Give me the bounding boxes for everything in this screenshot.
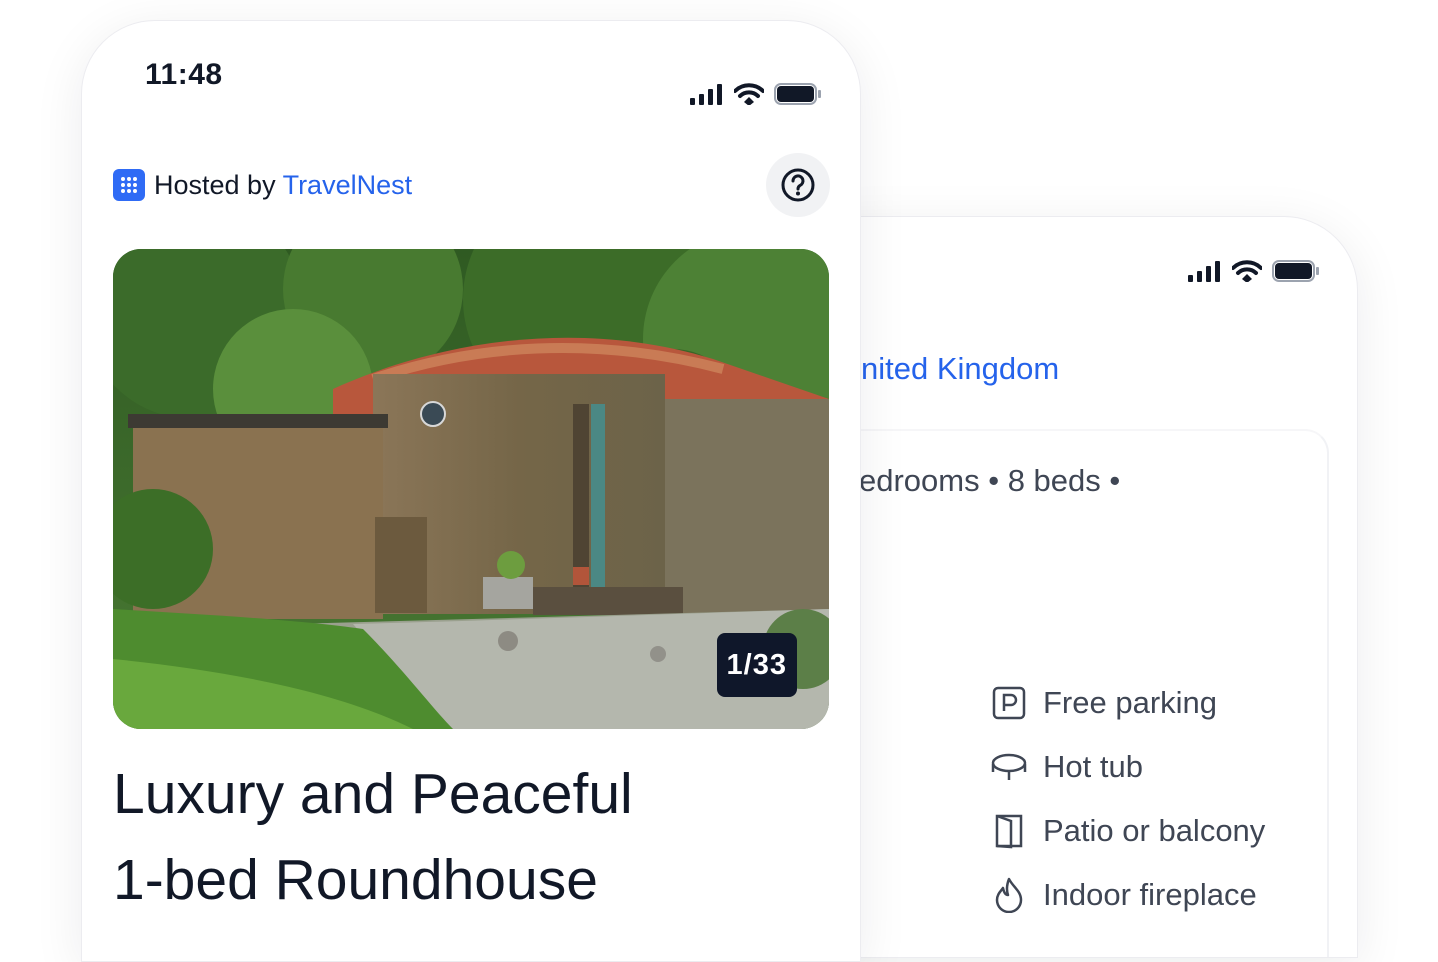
- parking-icon: [991, 685, 1027, 721]
- amenity-label: Hot tub: [1043, 749, 1143, 784]
- amenities-list: Free parking Hot tub Patio or balcony In…: [991, 671, 1265, 927]
- amenity-indoor-fireplace: Indoor fireplace: [991, 863, 1265, 927]
- amenity-hot-tub: Hot tub: [991, 735, 1265, 799]
- amenity-label: Patio or balcony: [1043, 813, 1266, 848]
- amenity-patio-balcony: Patio or balcony: [991, 799, 1265, 863]
- amenity-label: Indoor fireplace: [1043, 877, 1257, 912]
- amenity-free-parking: Free parking: [991, 671, 1265, 735]
- help-button[interactable]: [766, 153, 830, 217]
- foreground-phone-screen: 11:48 Hosted by TravelNest 1/33 Luxury a…: [81, 20, 861, 962]
- listing-specs: edrooms • 8 beds •: [859, 463, 1121, 498]
- hosted-by-label: Hosted by: [154, 169, 276, 200]
- wifi-icon: [1232, 260, 1262, 282]
- listing-photo[interactable]: 1/33: [113, 249, 829, 729]
- status-bar-time: 11:48: [145, 58, 223, 91]
- wifi-icon: [734, 83, 764, 105]
- host-info: Hosted by TravelNest: [113, 169, 412, 201]
- amenity-label: Free parking: [1043, 685, 1218, 720]
- listing-title: Luxury and Peaceful 1-bed Roundhouse: [113, 751, 633, 923]
- travelnest-logo-icon: [113, 169, 145, 201]
- listing-location-link[interactable]: nited Kingdom: [861, 351, 1059, 387]
- listing-title-line1: Luxury and Peaceful: [113, 762, 633, 826]
- signal-icon: [1188, 261, 1220, 282]
- status-bar-icons: [690, 83, 822, 105]
- battery-icon: [774, 83, 821, 105]
- status-bar-icons: [1188, 260, 1320, 282]
- flame-icon: [991, 877, 1027, 913]
- question-circle-icon: [781, 168, 815, 202]
- listing-title-line2: 1-bed Roundhouse: [113, 848, 598, 912]
- door-icon: [991, 813, 1027, 849]
- battery-icon: [1272, 260, 1319, 282]
- hot-tub-icon: [991, 749, 1027, 785]
- signal-icon: [690, 84, 722, 105]
- background-phone-screen: nited Kingdom edrooms • 8 beds • Free pa…: [780, 216, 1358, 958]
- host-name-link[interactable]: TravelNest: [283, 170, 413, 201]
- photo-counter: 1/33: [716, 633, 797, 697]
